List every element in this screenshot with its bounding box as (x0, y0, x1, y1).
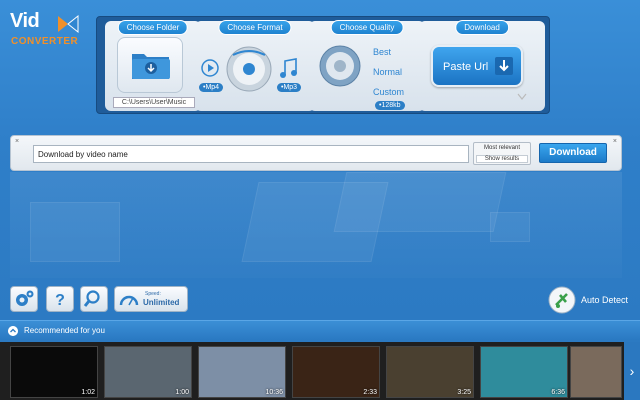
speed-label: Speed: (145, 291, 161, 297)
video-thumbnail[interactable]: 3:25 (386, 346, 474, 398)
choose-quality-title: Choose Quality (330, 20, 404, 35)
download-title: Download (455, 20, 509, 35)
choose-format-section: Choose Format •Mp4 •Mp3 (195, 20, 315, 111)
results-area (10, 172, 622, 278)
show-results-button[interactable]: Show results (476, 155, 528, 163)
recommended-header: Recommended for you (0, 320, 640, 340)
sort-label: Most relevant (483, 145, 520, 151)
video-thumbnail[interactable]: 6:36 (480, 346, 568, 398)
next-videos-button[interactable]: › (624, 342, 640, 400)
paste-url-label: Paste Url (443, 61, 489, 73)
video-duration: 1:02 (81, 389, 95, 396)
close-left-icon[interactable]: × (15, 138, 19, 145)
video-thumbnail[interactable]: 2:33 (292, 346, 380, 398)
video-duration: 10:36 (265, 389, 283, 396)
background-decoration (490, 212, 530, 242)
choose-quality-section: Choose Quality Best Normal Custom •128kb (309, 20, 425, 111)
video-duration: 2:33 (363, 389, 377, 396)
choose-folder-title: Choose Folder (117, 20, 189, 35)
quality-knob-icon[interactable] (319, 45, 361, 87)
paste-drop-icon (517, 93, 527, 100)
speed-value: Unlimited (143, 298, 180, 307)
settings-button[interactable] (10, 286, 38, 312)
download-button[interactable]: Download (539, 143, 607, 163)
format-mp4-label[interactable]: •Mp4 (199, 83, 224, 92)
app-logo: Vid CONVERTER (8, 8, 84, 54)
search-input[interactable] (33, 145, 469, 163)
video-thumbnail[interactable] (570, 346, 622, 398)
recommended-title: Recommended for you (24, 326, 105, 335)
download-arrow-icon (495, 57, 513, 75)
video-thumbnail[interactable]: 10:36 (198, 346, 286, 398)
format-mp3-label[interactable]: •Mp3 (277, 83, 302, 92)
speedometer-icon (119, 295, 139, 306)
logo-subtitle: CONVERTER (11, 36, 79, 47)
video-thumbnail[interactable]: 1:02 (10, 346, 98, 398)
quality-normal-option[interactable]: Normal (373, 67, 402, 77)
quality-custom-option[interactable]: Custom (373, 87, 404, 97)
logo-film-icon (58, 14, 79, 34)
choose-folder-section: Choose Folder C:\Users\User\Music (105, 20, 201, 111)
gear-icon (16, 290, 34, 306)
background-decoration (333, 172, 507, 232)
svg-text:?: ? (55, 292, 65, 309)
video-thumbnail[interactable]: 1:00 (104, 346, 192, 398)
video-duration: 1:00 (175, 389, 189, 396)
choose-format-title: Choose Format (218, 20, 292, 35)
video-duration: 6:36 (551, 389, 565, 396)
help-button[interactable]: ? (46, 286, 74, 312)
quality-bitrate-label[interactable]: •128kb (375, 101, 405, 110)
music-note-icon[interactable] (279, 57, 299, 79)
auto-detect-label: Auto Detect (581, 295, 629, 305)
folder-icon (132, 54, 170, 79)
format-dial-icon[interactable] (225, 45, 273, 93)
background-decoration (30, 202, 120, 262)
speed-button[interactable]: Speed: Unlimited (114, 286, 188, 312)
question-icon: ? (55, 292, 65, 309)
paste-url-button[interactable]: Paste Url (431, 45, 523, 87)
close-right-icon[interactable]: × (613, 138, 617, 145)
top-control-panel: Choose Folder C:\Users\User\Music Choose… (96, 16, 550, 114)
sort-dropdown[interactable]: Most relevant Show results (473, 142, 531, 165)
choose-folder-button[interactable] (117, 37, 183, 93)
video-duration: 3:25 (457, 389, 471, 396)
download-section: Download Paste Url (419, 20, 545, 111)
folder-path-field[interactable]: C:\Users\User\Music (113, 97, 195, 108)
logo-text: Vid (10, 10, 40, 32)
recommended-videos: 1:02 1:00 10:36 2:33 3:25 6:36 (0, 342, 640, 400)
quality-best-option[interactable]: Best (373, 47, 391, 57)
auto-detect-icon (548, 286, 576, 314)
collapse-icon[interactable] (8, 326, 18, 336)
search-button[interactable] (80, 286, 108, 312)
search-bar: × Most relevant Show results Download × (10, 135, 622, 171)
video-play-icon[interactable] (201, 59, 219, 77)
search-icon (83, 290, 100, 307)
